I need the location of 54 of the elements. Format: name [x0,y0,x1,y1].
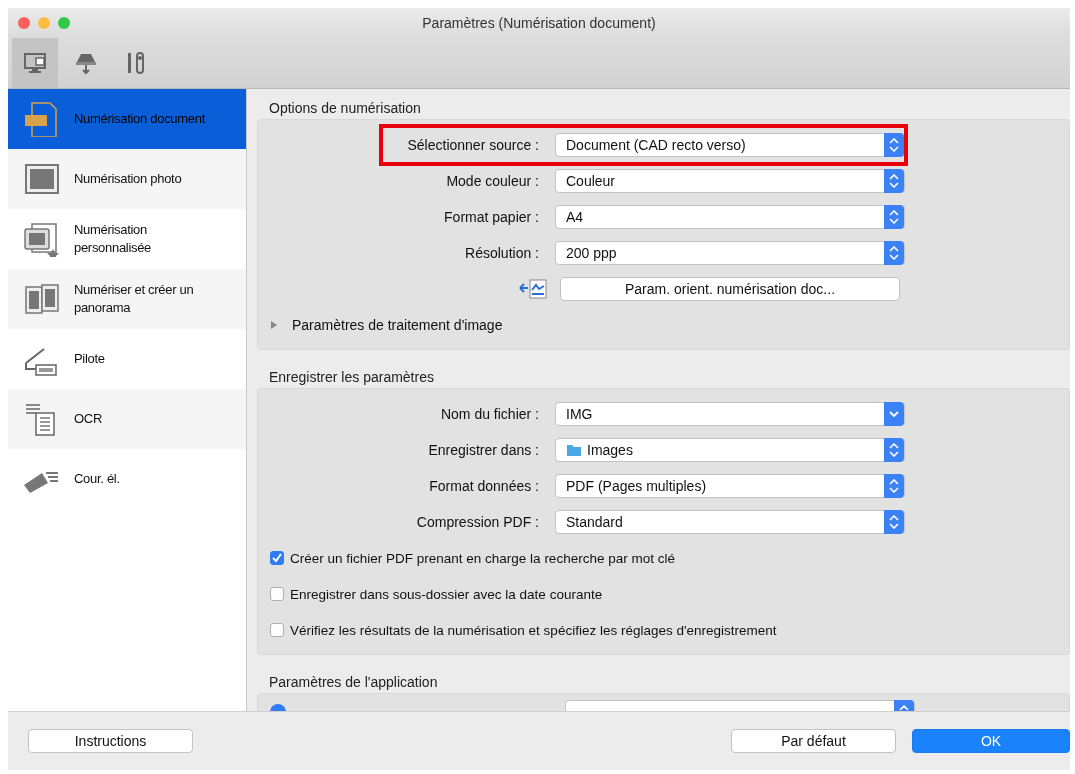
triangle-right-icon[interactable] [270,321,278,329]
disclosure-label[interactable]: Paramètres de traitement d'image [292,317,503,333]
section-title: Paramètres de l'application [269,673,439,691]
photo-frame-icon [22,161,62,197]
sidebar-item[interactable]: OCR [8,389,246,449]
field-label: Nom du fichier : [440,405,540,424]
field-label: Compression PDF : [416,513,540,532]
custom-scan-icon [22,221,62,257]
up-down-arrows-icon [889,515,899,529]
checkbox[interactable] [270,587,284,601]
panorama-pages-icon [22,281,62,317]
popup-menu[interactable]: Images [555,438,905,462]
checkbox-label: Créer un fichier PDF prenant en charge la recherche par mot clé [290,550,675,566]
field-label: Mode couleur : [446,172,540,191]
sidebar-item[interactable]: Numériser et créer un panorama [8,269,246,329]
popup-menu[interactable]: PDF (Pages multiples) [555,474,905,498]
field-label: Résolution : [465,244,540,263]
orientation-icon [518,276,548,302]
checkbox[interactable] [270,551,284,565]
popup-menu[interactable]: Standard [555,510,905,534]
monitor-icon [22,50,48,76]
zoom-button[interactable] [58,17,70,29]
field-label: Format papier : [444,208,540,227]
field-label: Format données : [429,477,540,496]
dialog-button[interactable]: Instructions [28,729,193,753]
sidebar-item[interactable]: Numérisation document [8,89,246,149]
chevron-down-icon [889,410,899,418]
up-down-arrows-icon [889,246,899,260]
up-down-arrows-icon [889,443,899,457]
up-down-arrows-icon [889,174,899,188]
checkbox-label: Vérifiez les résultats de la numérisation et spécifiez les réglages d'enregistrement [290,622,777,638]
folder-icon [566,443,582,457]
sidebar-item[interactable]: Numérisation photo [8,149,246,209]
dialog-button[interactable]: Par défaut [731,729,896,753]
close-button[interactable] [18,17,30,29]
up-down-arrows-icon [889,210,899,224]
up-down-arrows-icon [889,138,899,152]
field-label: Enregistrer dans : [428,441,540,460]
popup-menu[interactable]: Couleur [555,169,905,193]
orientation-settings-button[interactable]: Param. orient. numérisation doc... [560,277,900,301]
popup-menu[interactable]: 200 ppp [555,241,905,265]
checkbox-label: Enregistrer dans sous-dossier avec la date courante [290,586,603,602]
section-title: Enregistrer les paramètres [269,368,435,386]
window-title: Paramètres (Numérisation document) [422,15,656,31]
popup-menu[interactable]: Document (CAD recto verso) [555,133,905,157]
up-down-arrows-icon [889,479,899,493]
toolbar-tab[interactable] [12,38,58,88]
section-title: Options de numérisation [269,99,422,117]
field-label: Sélectionner source : [406,136,540,155]
dialog-button[interactable]: OK [912,729,1070,753]
check-icon [272,553,282,563]
combo-box[interactable]: IMG [555,402,905,426]
popup-menu[interactable]: A4 [555,205,905,229]
checkbox[interactable] [270,623,284,637]
